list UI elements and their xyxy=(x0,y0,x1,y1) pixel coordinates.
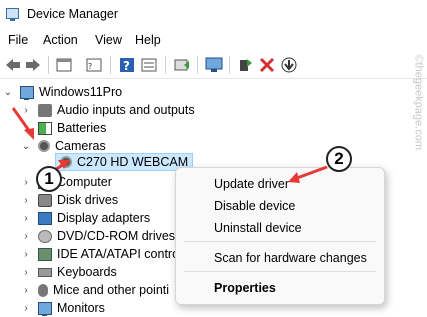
tree-item-webcam[interactable]: C270 HD WEBCAM xyxy=(55,153,194,171)
add-driver-icon[interactable] xyxy=(236,56,254,74)
toolbar-separator xyxy=(197,56,198,74)
uninstall-icon[interactable] xyxy=(258,56,276,74)
properties-icon[interactable] xyxy=(55,56,73,74)
menu-action[interactable]: Action xyxy=(43,33,78,47)
toolbar-separator xyxy=(229,56,230,74)
camera-icon xyxy=(38,140,50,152)
forward-icon[interactable] xyxy=(24,56,42,74)
mouse-icon xyxy=(38,283,48,297)
menu-separator xyxy=(184,241,376,242)
properties-menu-item[interactable]: Properties xyxy=(214,281,276,295)
chevron-right-icon[interactable]: › xyxy=(20,176,32,188)
dvd-icon xyxy=(38,229,52,243)
tree-item-batteries[interactable]: › Batteries xyxy=(20,119,106,137)
tree-item-disk[interactable]: › Disk drives xyxy=(20,191,118,209)
device-manager-icon xyxy=(6,8,19,21)
tree-item-label: C270 HD WEBCAM xyxy=(77,155,189,169)
tree-item-audio[interactable]: › Audio inputs and outputs xyxy=(20,101,195,119)
ide-icon xyxy=(38,247,52,261)
tree-item-label: IDE ATA/ATAPI contro xyxy=(57,247,180,261)
webcam-icon xyxy=(60,156,72,168)
title-bar: Device Manager xyxy=(0,0,427,30)
scan-hardware-menu-item[interactable]: Scan for hardware changes xyxy=(214,251,367,265)
update-driver-icon[interactable] xyxy=(173,56,191,74)
chevron-down-icon[interactable]: ⌄ xyxy=(2,86,14,98)
help-icon[interactable]: ? xyxy=(118,56,136,74)
tree-item-label: Mice and other pointi xyxy=(53,283,170,297)
computer-icon xyxy=(20,85,34,100)
back-icon[interactable] xyxy=(4,56,22,74)
toolbar-separator xyxy=(48,56,49,74)
tree-item-dvd[interactable]: › DVD/CD-ROM drives xyxy=(20,227,175,245)
show-hidden-icon[interactable]: ? xyxy=(85,56,103,74)
tree-item-label: Display adapters xyxy=(57,211,151,225)
chevron-right-icon[interactable]: › xyxy=(20,248,32,260)
details-icon[interactable] xyxy=(140,56,158,74)
menu-help[interactable]: Help xyxy=(135,33,161,47)
speaker-icon xyxy=(38,103,52,117)
tree-root[interactable]: ⌄ Windows11Pro xyxy=(2,83,122,101)
download-icon[interactable] xyxy=(280,56,298,74)
disable-device-menu-item[interactable]: Disable device xyxy=(214,199,295,213)
menu-bar: File Action View Help xyxy=(0,30,427,50)
chevron-right-icon[interactable]: › xyxy=(20,194,32,206)
disk-icon xyxy=(38,193,52,207)
menu-separator xyxy=(184,271,376,272)
step-2-badge: 2 xyxy=(326,146,352,172)
tree-item-monitors[interactable]: › Monitors xyxy=(20,299,105,317)
chevron-down-icon[interactable]: ⌄ xyxy=(20,140,32,152)
toolbar: ? ? xyxy=(0,52,427,79)
window-title: Device Manager xyxy=(27,7,119,21)
toolbar-separator xyxy=(110,56,111,74)
update-driver-menu-item[interactable]: Update driver xyxy=(214,177,289,191)
selected-device[interactable]: C270 HD WEBCAM xyxy=(55,153,194,171)
display-icon xyxy=(38,211,52,225)
tree-item-mice[interactable]: › Mice and other pointi xyxy=(20,281,169,299)
tree-item-keyboards[interactable]: › Keyboards xyxy=(20,263,117,281)
tree-item-label: Monitors xyxy=(57,301,105,315)
chevron-right-icon[interactable]: › xyxy=(20,104,32,116)
tree-item-label: Disk drives xyxy=(57,193,119,207)
tree-item-display[interactable]: › Display adapters xyxy=(20,209,150,227)
tree-root-label: Windows11Pro xyxy=(39,85,123,99)
tree-item-label: Batteries xyxy=(57,121,107,135)
battery-icon xyxy=(38,121,52,135)
tree-item-label: DVD/CD-ROM drives xyxy=(57,229,176,243)
chevron-right-icon[interactable]: › xyxy=(20,284,32,296)
menu-file[interactable]: File xyxy=(8,33,28,47)
menu-view[interactable]: View xyxy=(95,33,122,47)
chevron-right-icon[interactable]: › xyxy=(20,212,32,224)
monitor-icon xyxy=(38,301,52,316)
tree-item-label: Audio inputs and outputs xyxy=(57,103,195,117)
chevron-right-icon[interactable]: › xyxy=(20,302,32,314)
tree-item-computer[interactable]: › Computer xyxy=(20,173,112,191)
chevron-right-icon[interactable]: › xyxy=(20,122,32,134)
tree-item-ide[interactable]: › IDE ATA/ATAPI contro xyxy=(20,245,179,263)
tree-item-label: Computer xyxy=(57,175,112,189)
step-1-badge: 1 xyxy=(36,166,62,192)
svg-text:?: ? xyxy=(123,59,130,73)
svg-text:?: ? xyxy=(88,62,92,71)
toolbar-separator xyxy=(165,56,166,74)
chevron-right-icon[interactable]: › xyxy=(20,266,32,278)
chevron-right-icon[interactable]: › xyxy=(20,230,32,242)
tree-item-label: Cameras xyxy=(55,139,106,153)
context-menu: Update driver Disable device Uninstall d… xyxy=(175,167,385,305)
keyboard-icon xyxy=(38,267,52,277)
uninstall-device-menu-item[interactable]: Uninstall device xyxy=(214,221,302,235)
watermark: ©thegeekpage.com xyxy=(413,54,425,150)
scan-hardware-icon[interactable] xyxy=(205,56,223,74)
tree-item-label: Keyboards xyxy=(57,265,117,279)
